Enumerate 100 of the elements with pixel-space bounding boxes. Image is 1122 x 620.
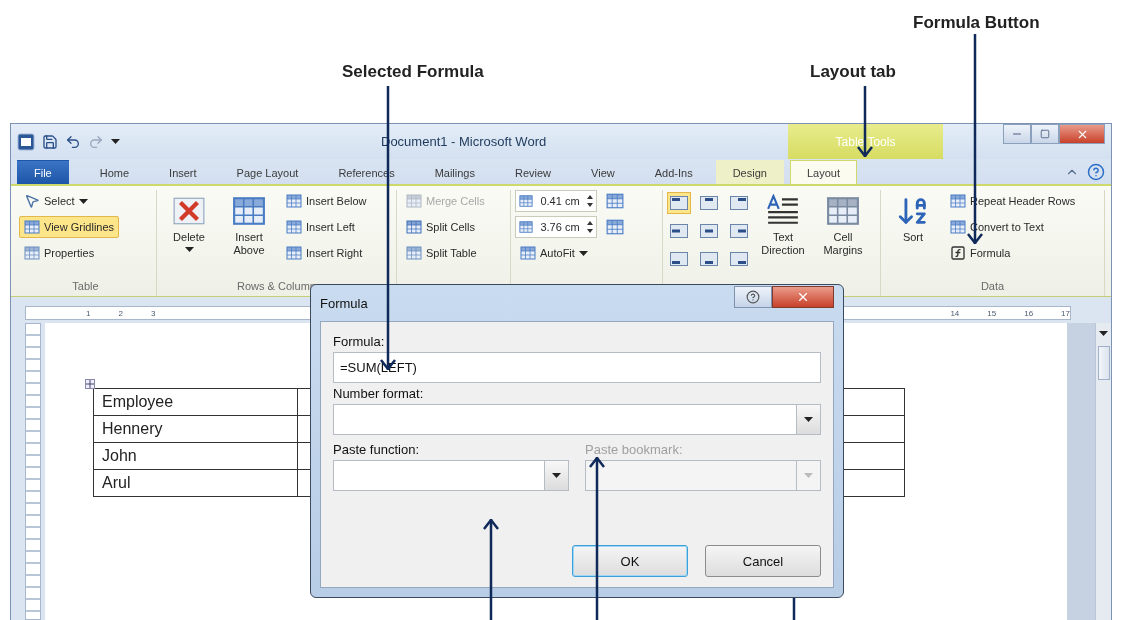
distribute-rows-icon [606,192,624,210]
minimize-button[interactable] [1003,124,1031,144]
ribbon-tab[interactable]: Design [715,160,784,184]
help-icon[interactable] [1087,163,1105,181]
ribbon-button[interactable]: Split Cells [401,216,490,238]
ribbon-button[interactable]: Sort [885,190,941,274]
ruler-mark: 3 [150,308,156,318]
ruler-mark: 15 [987,308,997,318]
close-button[interactable] [772,286,834,308]
close-button[interactable] [1059,124,1105,144]
ribbon-tab[interactable]: Review [498,160,569,184]
spin-field[interactable]: 0.41 cm [515,190,597,212]
app-icon[interactable] [17,132,35,151]
caret-icon [578,250,588,256]
dialog-button[interactable]: Cancel [705,545,821,577]
formula-field[interactable]: =SUM(LEFT) [333,352,821,383]
scroll-thumb[interactable] [1097,346,1110,380]
caret-icon [184,247,194,252]
customize-icon [111,139,120,144]
ribbon-button[interactable]: Insert Below [281,190,372,212]
insert-above-icon [232,194,266,228]
callout-label: Layout tab [810,62,896,82]
dropdown-icon [804,473,813,478]
properties-icon [24,245,40,261]
table-cell: Arul [93,469,298,497]
split-table-icon [406,245,422,261]
ribbon-button[interactable]: Properties [19,242,120,264]
dropdown-field[interactable] [585,460,821,491]
help-icon [746,290,760,304]
ribbon-tab[interactable]: Layout [789,160,857,184]
align-icon [700,196,718,210]
ribbon-button[interactable]: Insert Left [281,216,372,238]
dropdown-icon [804,417,813,422]
ribbon-tab[interactable]: Insert [152,160,214,184]
help-button[interactable] [734,286,772,308]
align-icon [730,196,748,210]
align-icon [670,196,688,210]
gridlines-icon [24,219,40,235]
ribbon-tab[interactable]: View [574,160,632,184]
ribbon-button[interactable]: View Gridlines [19,216,120,238]
field-label: Formula: [333,334,386,349]
table-cell: Hennery [93,415,298,443]
cell-margins-icon [826,194,860,228]
spin-field[interactable]: 3.76 cm [515,216,597,238]
ruler-mark: 14 [950,308,960,318]
ribbon-tab[interactable]: Page Layout [219,160,316,184]
table-cell: John [93,442,298,470]
group-label: Data [980,280,1005,292]
dialog-button[interactable]: OK [572,545,688,577]
ribbon-button[interactable]: Text Direction [755,190,811,274]
dialog-title: Formula [320,295,368,311]
ribbon-button[interactable]: AutoFit [515,242,597,264]
maximize-button[interactable] [1031,124,1059,144]
ribbon-tab[interactable]: File [17,160,69,184]
scrollbar[interactable] [1095,323,1111,620]
ruler-mark: 16 [1024,308,1034,318]
dropdown-field[interactable] [333,404,821,435]
ribbon-button[interactable]: Select [19,190,120,212]
align-button[interactable] [667,192,691,214]
ribbon-button[interactable]: Split Table [401,242,490,264]
ribbon-tab[interactable]: Home [82,160,147,184]
ruler-mark: 1 [86,308,91,318]
split-cells-icon [406,219,422,235]
ribbon-button[interactable]: Cell Margins [815,190,871,274]
dropdown-icon [552,473,561,478]
ribbon-tab[interactable]: Add-Ins [637,160,710,184]
field-label: Paste function: [333,442,420,457]
maximize-icon [1040,129,1050,139]
caret-icon [78,198,88,204]
undo-icon[interactable] [65,133,81,150]
distribute-columns-icon [606,218,624,236]
field-label: Number format: [333,386,425,401]
contextual-tab-group: Table Tools [788,124,943,159]
dropdown-field[interactable] [333,460,569,491]
ribbon-button[interactable]: Insert Above [221,190,277,274]
save-icon[interactable] [42,133,58,150]
align-icon [730,252,748,266]
callout-label: Selected Formula [342,62,484,82]
insert-left-icon [286,219,302,235]
align-icon [700,224,718,238]
function-icon [950,245,966,261]
repeat-rows-icon [950,193,966,209]
insert-below-icon [286,193,302,209]
group-label: Table [72,280,99,292]
spinner-icon [587,220,593,234]
align-icon [670,252,688,266]
ribbon-tab[interactable]: Mailings [417,160,492,184]
merge-icon [406,193,422,209]
ribbon-button[interactable]: Delete [161,190,217,274]
convert-icon [950,219,966,235]
ribbon-button[interactable]: Insert Right [281,242,372,264]
align-icon [730,224,748,238]
cursor-icon [24,193,40,209]
close-icon [796,290,810,304]
field-label: Paste bookmark: [585,442,684,457]
autofit-icon [520,245,536,261]
ribbon-button[interactable]: Formula [945,242,1081,264]
table-handle-icon [85,379,95,389]
ruler-mark: 17 [1061,308,1070,318]
callout-label: Formula Button [913,13,1040,33]
